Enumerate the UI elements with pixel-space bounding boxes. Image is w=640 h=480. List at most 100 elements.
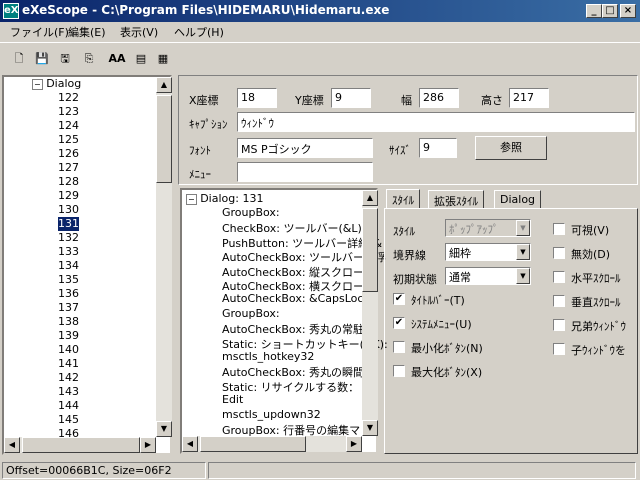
control-item[interactable]: AutoCheckBox: 横スクロール xyxy=(222,278,375,293)
control-item[interactable]: AutoCheckBox: 縦スクロール xyxy=(222,264,375,279)
font-field[interactable]: MS Pゴシック xyxy=(237,138,373,158)
checkbox[interactable] xyxy=(393,365,405,377)
control-item[interactable]: msctls_updown32 xyxy=(222,408,321,422)
scroll-right-arrow[interactable]: ▶ xyxy=(140,437,156,453)
dropdown-arrow-icon[interactable]: ▼ xyxy=(516,244,530,260)
left-tree-hscroll[interactable]: ◀ ▶ xyxy=(4,437,156,453)
tree-item[interactable]: 136 xyxy=(58,287,79,301)
tree-item[interactable]: 129 xyxy=(58,189,79,203)
tree-item[interactable]: 144 xyxy=(58,399,79,413)
tree-item[interactable]: 139 xyxy=(58,329,79,343)
dropdown-arrow-icon[interactable]: ▼ xyxy=(516,268,530,284)
checkbox[interactable] xyxy=(553,343,565,355)
tree-item[interactable]: 137 xyxy=(58,301,79,315)
tree-item[interactable]: 143 xyxy=(58,385,79,399)
caption-field[interactable]: ｳｨﾝﾄﾞｳ xyxy=(237,112,635,132)
control-item[interactable]: msctls_hotkey32 xyxy=(222,350,314,364)
x-field[interactable]: 18 xyxy=(237,88,277,108)
tree-item[interactable]: 145 xyxy=(58,413,79,427)
menu-edit[interactable]: 編集(E) xyxy=(68,24,106,40)
checkbox[interactable] xyxy=(553,319,565,331)
menu-field[interactable] xyxy=(237,162,373,182)
y-field[interactable]: 9 xyxy=(331,88,371,108)
control-item[interactable]: GroupBox: xyxy=(222,206,280,220)
tree-item[interactable]: 141 xyxy=(58,357,79,371)
tree-item[interactable]: 132 xyxy=(58,231,79,245)
size-field[interactable]: 9 xyxy=(419,138,457,158)
control-item[interactable]: GroupBox: 行番号の編集マ xyxy=(222,422,360,437)
view-icon[interactable]: ▦ xyxy=(154,50,172,68)
minimize-button[interactable]: _ xyxy=(586,4,602,18)
hscroll-thumb[interactable] xyxy=(22,437,140,453)
control-item[interactable]: Edit xyxy=(222,393,243,407)
menu-help[interactable]: ヘルプ(H) xyxy=(174,24,224,40)
tree-item[interactable]: 123 xyxy=(58,105,79,119)
control-item[interactable]: PushButton: ツールバー詳細(& xyxy=(222,235,382,250)
left-tree-vscroll[interactable]: ▲ ▼ xyxy=(156,77,172,437)
checkbox[interactable] xyxy=(553,223,565,235)
style-combo[interactable]: ﾎﾟｯﾌﾟｱｯﾌﾟ ▼ xyxy=(445,219,531,237)
resource-tree[interactable]: − Dialog 122 123 124 125 126 127 128 129 130 131 1… xyxy=(2,75,172,455)
tree-item[interactable]: 133 xyxy=(58,245,79,259)
scroll-down-arrow[interactable]: ▼ xyxy=(156,421,172,437)
control-item[interactable]: AutoCheckBox: &CapsLock( xyxy=(222,292,374,306)
control-item[interactable]: GroupBox: xyxy=(222,307,280,321)
tree-item[interactable]: 130 xyxy=(58,203,79,217)
checkbox[interactable]: ✔ xyxy=(393,317,405,329)
tree-item[interactable]: 124 xyxy=(58,119,79,133)
tab-style[interactable]: ｽﾀｲﾙ xyxy=(386,189,420,209)
scroll-thumb[interactable] xyxy=(362,208,378,292)
menu-view[interactable]: 表示(V) xyxy=(120,24,158,40)
tree-item[interactable]: 122 xyxy=(58,91,79,105)
scroll-left-arrow[interactable]: ◀ xyxy=(4,437,20,453)
tree-item[interactable]: 126 xyxy=(58,147,79,161)
tree-item[interactable]: 125 xyxy=(58,133,79,147)
scroll-up-arrow[interactable]: ▲ xyxy=(362,190,378,206)
control-item[interactable]: AutoCheckBox: 秀丸の常駐 xyxy=(222,321,364,336)
close-button[interactable]: × xyxy=(620,4,636,18)
tab-ex-style[interactable]: 拡張ｽﾀｲﾙ xyxy=(428,190,484,208)
tree-node-dialog-131[interactable]: − Dialog: 131 xyxy=(186,192,263,206)
maximize-button[interactable]: □ xyxy=(602,4,618,18)
tree-item[interactable]: 138 xyxy=(58,315,79,329)
mid-tree-vscroll[interactable]: ▲ ▼ xyxy=(362,190,378,436)
width-field[interactable]: 286 xyxy=(419,88,459,108)
init-state-combo[interactable]: 通常 ▼ xyxy=(445,267,531,285)
tree-item[interactable]: 140 xyxy=(58,343,79,357)
checkbox[interactable] xyxy=(553,247,565,259)
scroll-up-arrow[interactable]: ▲ xyxy=(156,77,172,93)
dropdown-arrow-icon[interactable]: ▼ xyxy=(516,220,530,236)
save-as-icon[interactable]: 🖫 xyxy=(56,50,74,68)
new-icon[interactable]: 🗋 xyxy=(10,50,28,68)
checkbox[interactable]: ✔ xyxy=(393,293,405,305)
scroll-down-arrow[interactable]: ▼ xyxy=(362,420,378,436)
tree-item[interactable]: 131 xyxy=(58,217,79,231)
checkbox[interactable] xyxy=(393,341,405,353)
browse-button[interactable]: 参照 xyxy=(475,136,547,160)
tree-item[interactable]: 135 xyxy=(58,273,79,287)
tree-node-dialog[interactable]: − Dialog xyxy=(32,77,81,91)
menu-file[interactable]: ファイル(F) xyxy=(10,24,69,40)
tree-item[interactable]: 142 xyxy=(58,371,79,385)
copy-icon[interactable]: ⎘ xyxy=(80,50,98,68)
tree-item[interactable]: 127 xyxy=(58,161,79,175)
mid-tree-hscroll[interactable]: ◀ ▶ xyxy=(182,436,362,452)
tree-item[interactable]: 134 xyxy=(58,259,79,273)
tab-dialog[interactable]: Dialog xyxy=(494,190,542,208)
scroll-left-arrow[interactable]: ◀ xyxy=(182,436,198,452)
export-icon[interactable]: ▤ xyxy=(132,50,150,68)
tree-item[interactable]: 128 xyxy=(58,175,79,189)
control-item[interactable]: AutoCheckBox: 秀丸の瞬間 xyxy=(222,364,364,379)
scroll-right-arrow[interactable]: ▶ xyxy=(346,436,362,452)
save-icon[interactable]: 💾 xyxy=(33,50,51,68)
border-combo[interactable]: 細枠 ▼ xyxy=(445,243,531,261)
checkbox[interactable] xyxy=(553,295,565,307)
font-icon[interactable]: AA xyxy=(108,50,126,68)
control-item[interactable]: CheckBox: ツールバー(&L) xyxy=(222,220,362,235)
height-field[interactable]: 217 xyxy=(509,88,549,108)
control-item[interactable]: Static: リサイクルする数： xyxy=(222,379,359,394)
checkbox[interactable] xyxy=(553,271,565,283)
hscroll-thumb[interactable] xyxy=(200,436,306,452)
control-tree[interactable]: − Dialog: 131 GroupBox: CheckBox: ツールバー(&… xyxy=(180,188,388,454)
scroll-thumb[interactable] xyxy=(156,95,172,183)
